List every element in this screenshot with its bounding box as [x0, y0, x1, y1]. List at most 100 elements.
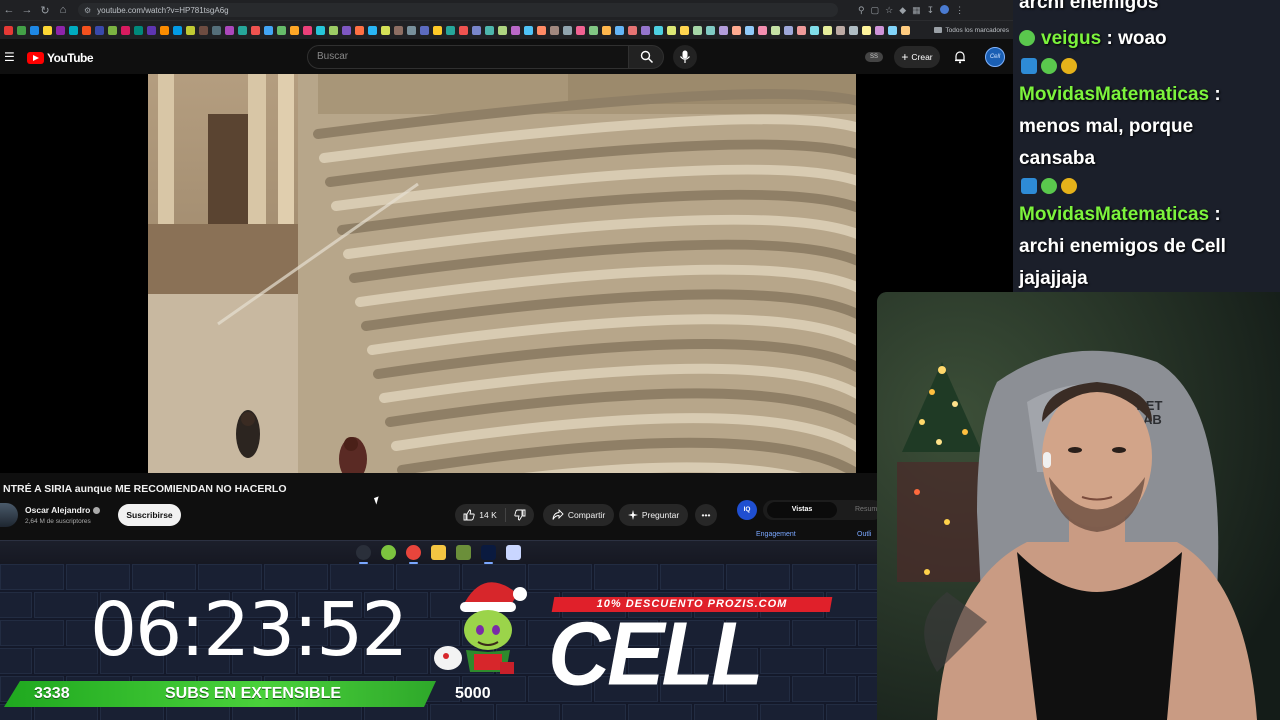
chat-username[interactable]: veigus: [1041, 28, 1101, 49]
extension-icon[interactable]: ◆: [899, 5, 906, 16]
home-icon[interactable]: ⌂: [54, 1, 72, 19]
bookmark-favicon-icon[interactable]: [823, 25, 832, 35]
account-avatar[interactable]: Cell: [985, 47, 1005, 67]
bookmark-favicon-icon[interactable]: [472, 25, 481, 35]
bookmark-favicon-icon[interactable]: [641, 25, 650, 35]
profile-icon[interactable]: [940, 4, 950, 14]
bookmark-favicon-icon[interactable]: [615, 25, 624, 35]
bookmark-favicon-icon[interactable]: [134, 25, 143, 35]
bookmark-favicon-icon[interactable]: [342, 25, 351, 35]
bookmark-favicon-icon[interactable]: [745, 25, 754, 35]
bookmark-favicon-icon[interactable]: [498, 25, 507, 35]
bookmarks-folder[interactable]: Todos los marcadores: [934, 27, 1009, 34]
bookmark-favicon-icon[interactable]: [95, 25, 104, 35]
engagement-label[interactable]: Engagement: [756, 531, 796, 538]
bookmark-favicon-icon[interactable]: [667, 25, 676, 35]
url-field[interactable]: ⚙ youtube.com/watch?v=HP781tsgA6g: [78, 3, 838, 17]
forward-icon[interactable]: →: [18, 1, 36, 19]
bookmark-favicon-icon[interactable]: [719, 25, 728, 35]
bookmark-favicon-icon[interactable]: [576, 25, 585, 35]
bookmark-favicon-icon[interactable]: [693, 25, 702, 35]
bookmark-favicon-icon[interactable]: [836, 25, 845, 35]
bookmark-favicon-icon[interactable]: [186, 25, 195, 35]
bookmark-favicon-icon[interactable]: [368, 25, 377, 35]
bookmark-favicon-icon[interactable]: [212, 25, 221, 35]
outlier-label[interactable]: Outli: [857, 531, 871, 538]
paint-icon[interactable]: [506, 545, 521, 560]
bookmark-favicon-icon[interactable]: [758, 25, 767, 35]
bookmark-favicon-icon[interactable]: [602, 25, 611, 35]
bookmark-favicon-icon[interactable]: [316, 25, 325, 35]
channel-avatar[interactable]: [0, 503, 18, 527]
bookmark-favicon-icon[interactable]: [680, 25, 689, 35]
bookmark-favicon-icon[interactable]: [784, 25, 793, 35]
bookmark-favicon-icon[interactable]: [407, 25, 416, 35]
bookmark-favicon-icon[interactable]: [420, 25, 429, 35]
like-icon[interactable]: [463, 509, 475, 521]
bookmark-favicon-icon[interactable]: [537, 25, 546, 35]
bookmark-favicon-icon[interactable]: [888, 25, 897, 35]
bookmark-favicon-icon[interactable]: [485, 25, 494, 35]
search-button[interactable]: [628, 45, 664, 69]
create-button[interactable]: + Crear: [894, 46, 940, 68]
extension-logo[interactable]: IQ: [737, 500, 757, 520]
video-player[interactable]: [0, 74, 1013, 473]
bookmark-favicon-icon[interactable]: [225, 25, 234, 35]
photoshop-icon[interactable]: [481, 545, 496, 564]
bookmark-favicon-icon[interactable]: [810, 25, 819, 35]
bookmark-favicon-icon[interactable]: [238, 25, 247, 35]
bookmark-favicon-icon[interactable]: [355, 25, 364, 35]
hamburger-menu-icon[interactable]: ☰: [4, 51, 15, 63]
bookmark-favicon-icon[interactable]: [290, 25, 299, 35]
install-icon[interactable]: ▢: [871, 5, 880, 16]
bookmark-favicon-icon[interactable]: [147, 25, 156, 35]
bookmark-favicon-icon[interactable]: [628, 25, 637, 35]
tab-vistas[interactable]: Vistas: [767, 502, 837, 518]
bookmark-favicon-icon[interactable]: [303, 25, 312, 35]
chat-username[interactable]: MovidasMatematicas: [1019, 204, 1209, 225]
bookmark-favicon-icon[interactable]: [17, 25, 26, 35]
bookmark-favicon-icon[interactable]: [771, 25, 780, 35]
bookmark-favicon-icon[interactable]: [264, 25, 273, 35]
bookmark-favicon-icon[interactable]: [329, 25, 338, 35]
bookmark-favicon-icon[interactable]: [121, 25, 130, 35]
bookmark-favicon-icon[interactable]: [849, 25, 858, 35]
bookmark-favicon-icon[interactable]: [589, 25, 598, 35]
bookmark-favicon-icon[interactable]: [524, 25, 533, 35]
bookmark-favicon-icon[interactable]: [459, 25, 468, 35]
star-icon[interactable]: ☆: [885, 5, 893, 16]
bookmark-favicon-icon[interactable]: [173, 25, 182, 35]
channel-name-row[interactable]: Oscar Alejandro: [25, 505, 101, 515]
bookmark-favicon-icon[interactable]: [654, 25, 663, 35]
subscribe-button[interactable]: Suscribirse: [118, 504, 181, 526]
share-button[interactable]: Compartir: [543, 504, 614, 526]
bookmark-favicon-icon[interactable]: [901, 25, 910, 35]
search-input[interactable]: Buscar: [307, 45, 629, 69]
extensions-puzzle-icon[interactable]: ▦: [912, 5, 921, 16]
youtube-logo[interactable]: YouTube: [27, 51, 94, 65]
bookmark-favicon-icon[interactable]: [30, 25, 39, 35]
bookmark-favicon-icon[interactable]: [56, 25, 65, 35]
more-actions-button[interactable]: •••: [695, 504, 717, 526]
bookmark-favicon-icon[interactable]: [706, 25, 715, 35]
bookmark-favicon-icon[interactable]: [732, 25, 741, 35]
bookmark-favicon-icon[interactable]: [108, 25, 117, 35]
ss-badge[interactable]: SS: [865, 52, 883, 62]
like-count[interactable]: 14 K: [479, 510, 497, 520]
bookmark-favicon-icon[interactable]: [563, 25, 572, 35]
menu-icon[interactable]: ⋮: [955, 5, 964, 16]
folder-icon[interactable]: [431, 545, 446, 560]
bookmark-favicon-icon[interactable]: [4, 25, 13, 35]
bookmark-favicon-icon[interactable]: [69, 25, 78, 35]
bookmark-favicon-icon[interactable]: [251, 25, 260, 35]
reload-icon[interactable]: ↻: [36, 1, 54, 19]
dislike-icon[interactable]: [514, 509, 526, 521]
bookmark-favicon-icon[interactable]: [277, 25, 286, 35]
bookmark-favicon-icon[interactable]: [160, 25, 169, 35]
bookmark-favicon-icon[interactable]: [433, 25, 442, 35]
back-icon[interactable]: ←: [0, 1, 18, 19]
voice-search-button[interactable]: [673, 45, 697, 69]
downloads-icon[interactable]: ↧: [927, 5, 935, 16]
app-icon[interactable]: [456, 545, 471, 560]
bookmark-favicon-icon[interactable]: [82, 25, 91, 35]
